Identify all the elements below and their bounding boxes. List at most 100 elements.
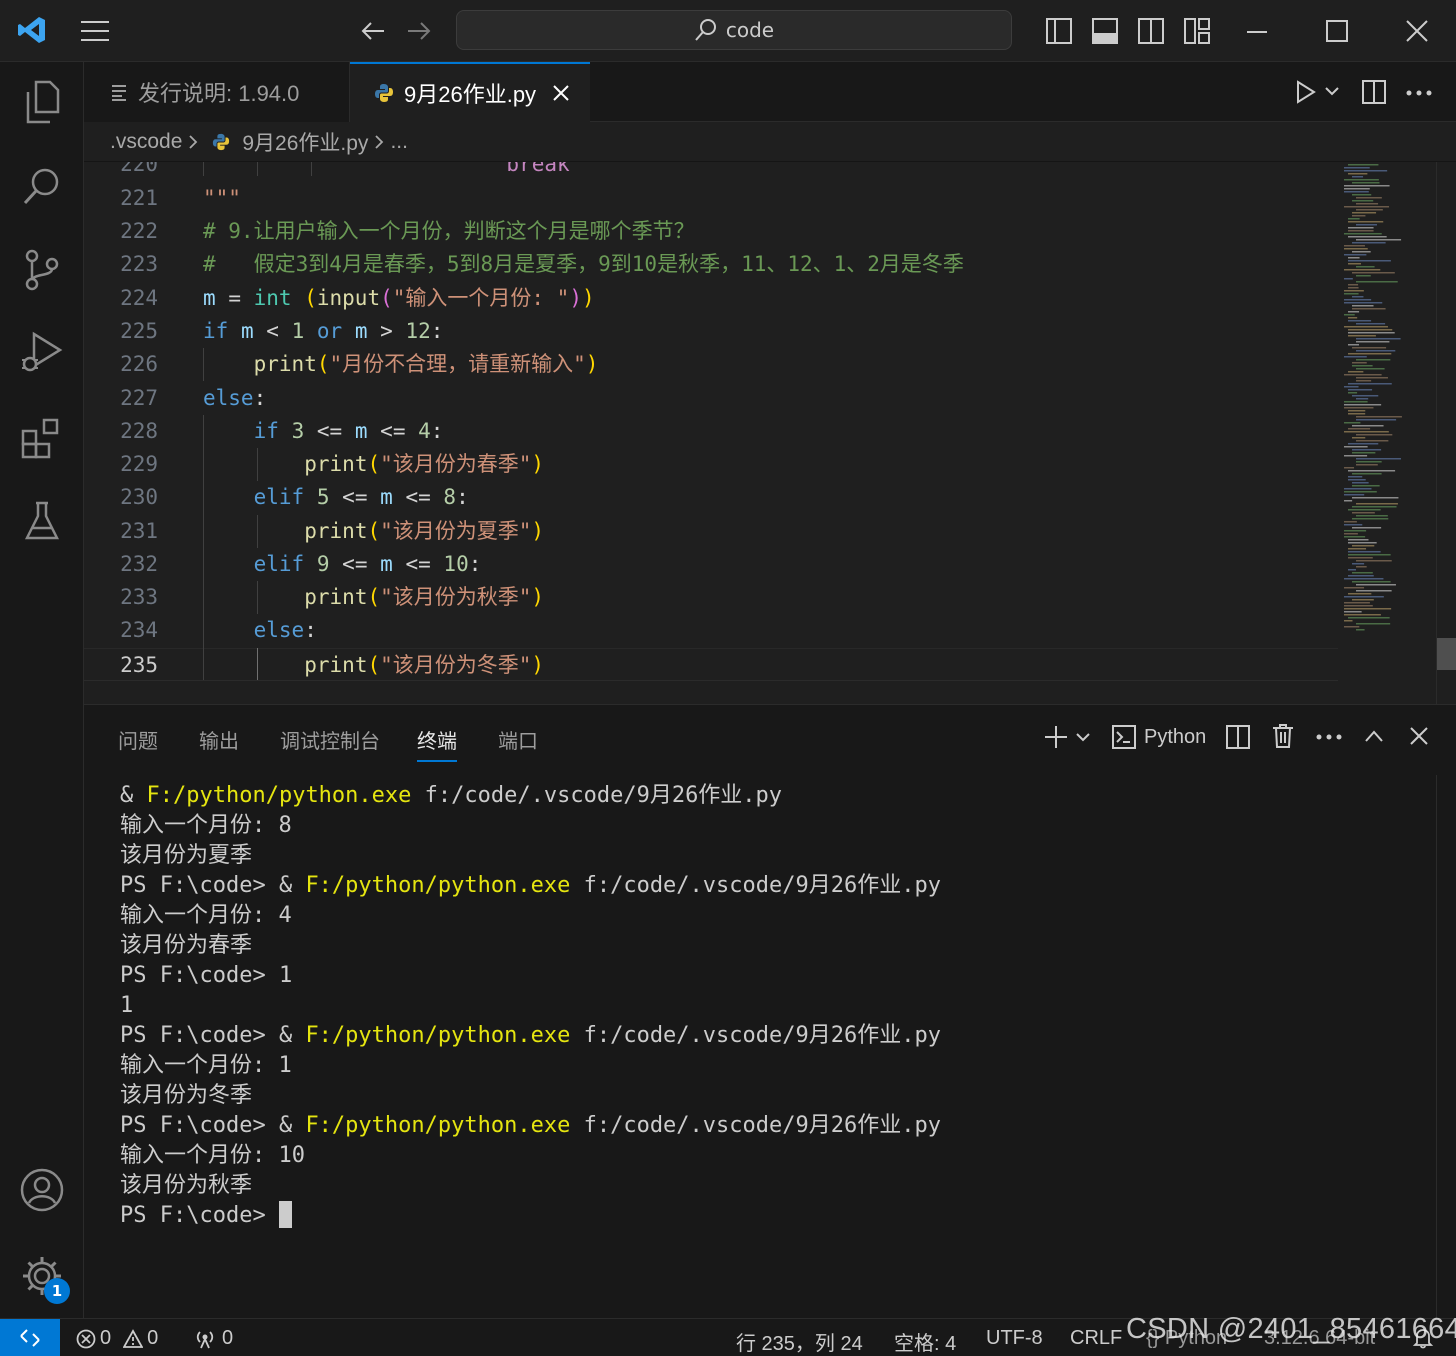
line-number: 225 bbox=[120, 319, 158, 343]
minimap-line bbox=[1352, 212, 1377, 214]
minimap-line bbox=[1356, 239, 1402, 241]
editor-scrollbar[interactable] bbox=[1436, 162, 1456, 704]
extensions-icon[interactable] bbox=[18, 414, 66, 462]
minimize-icon[interactable] bbox=[1246, 30, 1268, 34]
minimap-line bbox=[1348, 332, 1395, 334]
chevron-down-icon[interactable] bbox=[1325, 86, 1339, 96]
arrow-right-icon[interactable] bbox=[406, 20, 432, 42]
toggle-secondary-sidebar-icon[interactable] bbox=[1138, 18, 1164, 44]
code-editor[interactable]: 220 break 221 """ 222 # 9.让用户输入一个月份，判断这个月是… bbox=[84, 162, 1456, 704]
toggle-primary-sidebar-icon[interactable] bbox=[1046, 18, 1072, 44]
tab-close-icon[interactable] bbox=[552, 84, 570, 102]
line-number: 226 bbox=[120, 352, 158, 376]
customize-layout-icon[interactable] bbox=[1184, 18, 1210, 44]
ports-status[interactable]: 0 bbox=[194, 1327, 233, 1350]
maximize-icon[interactable] bbox=[1326, 20, 1348, 42]
code-line-current: 235 print("该月份为冬季") bbox=[84, 648, 1338, 681]
minimap-line bbox=[1348, 617, 1390, 619]
testing-icon[interactable] bbox=[18, 498, 66, 546]
breadcrumb-file[interactable]: 9月26作业.py bbox=[242, 127, 368, 157]
minimap-line bbox=[1344, 233, 1382, 235]
tab-active-file[interactable]: 9月26作业.py bbox=[350, 62, 590, 122]
line-content: print("该月份为冬季") bbox=[304, 653, 545, 677]
indentation[interactable]: 空格: 4 bbox=[894, 1327, 956, 1356]
editor-bottom-shadow bbox=[84, 680, 1338, 681]
warning-icon bbox=[123, 1328, 144, 1349]
minimap-line bbox=[1348, 509, 1381, 511]
arrow-left-icon[interactable] bbox=[360, 20, 386, 42]
new-terminal-plus-icon[interactable] bbox=[1044, 725, 1068, 749]
terminal-profile[interactable]: Python bbox=[1112, 725, 1206, 749]
close-icon[interactable] bbox=[1406, 20, 1428, 42]
minimap-line bbox=[1344, 248, 1368, 250]
split-editor-icon[interactable] bbox=[1362, 80, 1386, 104]
terminal-line: PS F:\code> & F:/python/python.exe f:/co… bbox=[120, 873, 941, 898]
panel-tab-terminal[interactable]: 终端 bbox=[417, 725, 457, 762]
run-debug-icon[interactable] bbox=[18, 328, 66, 376]
menu-icon[interactable] bbox=[80, 20, 110, 42]
source-control-icon[interactable] bbox=[18, 246, 66, 294]
breadcrumb-more[interactable]: ... bbox=[390, 130, 408, 154]
code-line: 222 # 9.让用户输入一个月份，判断这个月是哪个季节？ bbox=[84, 215, 1338, 248]
panel-tab-problems[interactable]: 问题 bbox=[118, 725, 158, 754]
command-center-search[interactable]: code bbox=[456, 10, 1012, 50]
more-actions-icon[interactable] bbox=[1406, 90, 1432, 96]
minimap-line bbox=[1348, 164, 1379, 166]
search-icon[interactable] bbox=[18, 162, 66, 210]
minimap-line bbox=[1348, 569, 1357, 571]
encoding[interactable]: UTF-8 bbox=[986, 1327, 1043, 1350]
line-ending[interactable]: CRLF bbox=[1070, 1327, 1122, 1350]
terminal-output[interactable]: & F:/python/python.exe f:/code/.vscode/9… bbox=[84, 781, 1434, 1311]
panel-tab-output[interactable]: 输出 bbox=[199, 725, 239, 754]
breadcrumb-folder[interactable]: .vscode bbox=[110, 130, 182, 154]
minimap-line bbox=[1344, 179, 1379, 181]
terminal-line: 输入一个月份: 1 bbox=[120, 1053, 292, 1078]
minimap-line bbox=[1352, 437, 1366, 439]
cursor-position[interactable]: 行 235，列 24 bbox=[736, 1327, 863, 1356]
python-file-icon bbox=[374, 83, 394, 103]
vscode-logo-icon bbox=[16, 14, 48, 46]
minimap-line bbox=[1356, 629, 1365, 631]
minimap-line bbox=[1356, 266, 1375, 268]
line-number: 231 bbox=[120, 519, 158, 543]
indent-guide bbox=[257, 515, 258, 548]
more-actions-icon[interactable] bbox=[1316, 734, 1342, 740]
minimap-line bbox=[1348, 284, 1359, 286]
explorer-icon[interactable] bbox=[18, 78, 66, 126]
line-number: 223 bbox=[120, 252, 158, 276]
terminal-line: 输入一个月份: 8 bbox=[120, 813, 292, 838]
minimap-line bbox=[1344, 467, 1355, 469]
minimap-line bbox=[1348, 311, 1360, 313]
minimap-line bbox=[1352, 362, 1367, 364]
close-panel-icon[interactable] bbox=[1410, 727, 1428, 745]
minimap-line bbox=[1348, 287, 1359, 289]
indent-guide bbox=[203, 415, 204, 681]
code-line: 232 elif 9 <= m <= 10: bbox=[84, 548, 1338, 581]
minimap[interactable] bbox=[1340, 162, 1436, 704]
trash-icon[interactable] bbox=[1272, 723, 1294, 749]
minimap-line bbox=[1344, 326, 1388, 328]
minimap-line bbox=[1352, 581, 1391, 583]
minimap-line bbox=[1348, 344, 1360, 346]
terminal-line: PS F:\code> bbox=[120, 1201, 292, 1231]
indent-guide bbox=[257, 448, 258, 481]
terminal-scrollbar[interactable] bbox=[1436, 775, 1456, 1319]
chevron-up-icon[interactable] bbox=[1364, 729, 1384, 743]
accounts-icon[interactable] bbox=[18, 1166, 66, 1214]
panel-tab-ports[interactable]: 端口 bbox=[498, 725, 538, 754]
remote-indicator[interactable] bbox=[0, 1319, 60, 1356]
scrollbar-thumb[interactable] bbox=[1437, 638, 1456, 670]
search-text: code bbox=[725, 18, 775, 42]
minimap-line bbox=[1344, 170, 1388, 172]
minimap-line bbox=[1344, 614, 1381, 616]
minimap-line bbox=[1356, 398, 1369, 400]
toggle-panel-icon[interactable] bbox=[1092, 18, 1118, 44]
split-terminal-icon[interactable] bbox=[1226, 725, 1250, 749]
panel-tab-debug-console[interactable]: 调试控制台 bbox=[280, 725, 380, 754]
run-python-file-icon[interactable] bbox=[1294, 80, 1318, 104]
chevron-down-icon[interactable] bbox=[1076, 732, 1090, 742]
problems-status[interactable]: 0 0 bbox=[76, 1327, 158, 1350]
minimap-line bbox=[1352, 485, 1380, 487]
minimap-line bbox=[1356, 341, 1390, 343]
tab-release-notes[interactable]: 发行说明: 1.94.0 bbox=[84, 62, 350, 122]
